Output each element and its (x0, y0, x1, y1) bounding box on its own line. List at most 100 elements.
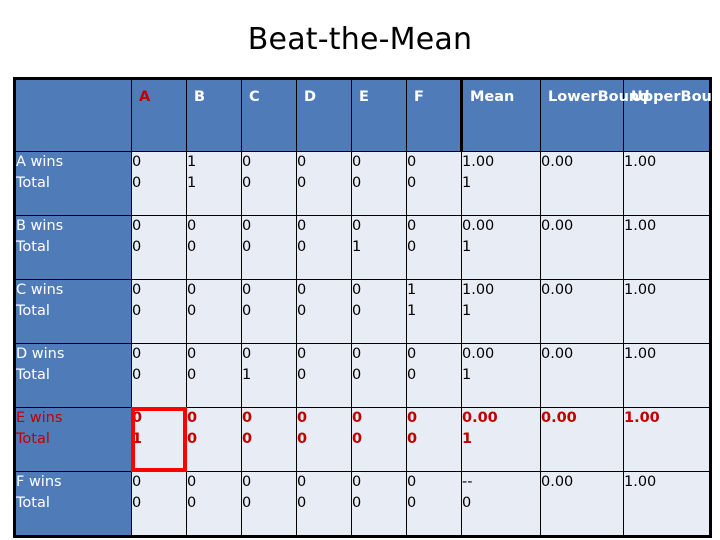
table-cell[interactable]: 00 (131, 215, 187, 280)
mean-count: 1 (462, 175, 472, 191)
table-header-upper-bound: UpperBound (623, 78, 720, 152)
cell-total: 0 (297, 367, 307, 383)
table-cell[interactable]: 00 (131, 279, 187, 344)
table-cell[interactable]: 00 (296, 407, 352, 472)
table-cell[interactable]: 11 (186, 151, 242, 216)
table-cell[interactable]: 00 (186, 343, 242, 408)
cell-wins: 0 (242, 410, 253, 426)
table-cell-mean[interactable]: 0.00 1 (461, 343, 541, 408)
table-cell[interactable]: 11 (406, 279, 462, 344)
table-cell-upper-bound[interactable]: 1.00 (623, 279, 711, 344)
row-label-line2: Total (16, 431, 50, 447)
cell-total: 0 (242, 239, 252, 255)
cell-total: 0 (132, 175, 142, 191)
table-header-lower-bound: LowerBound (540, 78, 650, 152)
table-cell[interactable]: 00 (351, 471, 407, 537)
cell-total: 0 (297, 239, 307, 255)
cell-total: 1 (242, 367, 252, 383)
cell-total: 0 (297, 303, 307, 319)
table-cell[interactable]: 00 (296, 343, 352, 408)
lower-bound-value: 0.00 (541, 218, 574, 234)
row-label-line1: A wins (16, 154, 64, 170)
table-cell[interactable]: 01 (241, 343, 297, 408)
cell-total: 0 (407, 495, 417, 511)
table-cell[interactable]: 00 (406, 151, 462, 216)
table-cell-upper-bound[interactable]: 1.00 (623, 343, 711, 408)
table-cell[interactable]: 00 (351, 151, 407, 216)
table-cell[interactable]: 01 (351, 215, 407, 280)
table-cell[interactable]: 00 (186, 471, 242, 537)
row-label-e: E wins Total (14, 407, 132, 472)
table-cell[interactable]: 00 (186, 407, 242, 472)
table-cell[interactable]: 00 (241, 279, 297, 344)
cell-total: 1 (187, 175, 197, 191)
table-cell-mean[interactable]: 0.00 1 (461, 407, 541, 472)
cell-wins: 1 (407, 282, 417, 298)
table-cell[interactable]: 00 (296, 215, 352, 280)
table-cell-mean[interactable]: 0.00 1 (461, 215, 541, 280)
table-cell-upper-bound[interactable]: 1.00 (623, 215, 711, 280)
upper-bound-value: 1.00 (624, 346, 657, 362)
row-label-d: D wins Total (14, 343, 132, 408)
row-label-line1: C wins (16, 282, 64, 298)
table-cell-mean[interactable]: -- 0 (461, 471, 541, 537)
cell-wins: 0 (132, 218, 142, 234)
table-cell[interactable]: 00 (131, 343, 187, 408)
cell-total: 0 (407, 367, 417, 383)
table-cell-highlighted[interactable]: 01 (131, 407, 187, 472)
table-cell[interactable]: 00 (241, 471, 297, 537)
table-cell-lower-bound[interactable]: 0.00 (540, 407, 624, 472)
table-cell-lower-bound[interactable]: 0.00 (540, 471, 624, 537)
table-cell[interactable]: 00 (131, 471, 187, 537)
table-cell[interactable]: 00 (241, 215, 297, 280)
beat-the-mean-table-wrapper: ABCDEFMeanLowerBoundUpperBoundA winsTota… (13, 77, 720, 538)
beat-the-mean-table: ABCDEFMeanLowerBoundUpperBoundA winsTota… (13, 77, 720, 538)
table-cell[interactable]: 00 (406, 407, 462, 472)
row-label-b: B wins Total (14, 215, 132, 280)
lower-bound-value: 0.00 (541, 410, 577, 426)
table-cell[interactable]: 00 (296, 151, 352, 216)
table-cell-lower-bound[interactable]: 0.00 (540, 151, 624, 216)
table-cell[interactable]: 00 (351, 343, 407, 408)
table-cell[interactable]: 00 (186, 215, 242, 280)
table-cell[interactable]: 00 (406, 471, 462, 537)
table-header-col-c: C (241, 78, 297, 152)
table-cell-mean[interactable]: 1.00 1 (461, 279, 541, 344)
table-cell[interactable]: 00 (241, 151, 297, 216)
cell-wins: 0 (132, 282, 142, 298)
table-cell[interactable]: 00 (131, 151, 187, 216)
table-cell-upper-bound[interactable]: 1.00 (623, 471, 711, 537)
table-cell[interactable]: 00 (296, 471, 352, 537)
cell-wins: 0 (297, 410, 308, 426)
table-cell[interactable]: 00 (406, 215, 462, 280)
cell-wins: 0 (242, 474, 252, 490)
table-cell-lower-bound[interactable]: 0.00 (540, 279, 624, 344)
mean-value: 0.00 (462, 346, 495, 362)
row-label-c: C wins Total (14, 279, 132, 344)
cell-total: 0 (242, 175, 252, 191)
upper-bound-value: 1.00 (624, 218, 657, 234)
lower-bound-value: 0.00 (541, 154, 574, 170)
row-label-line2: Total (16, 367, 50, 383)
table-cell-upper-bound[interactable]: 1.00 (623, 151, 711, 216)
table-cell[interactable]: 00 (241, 407, 297, 472)
table-cell[interactable]: 00 (351, 279, 407, 344)
table-cell-upper-bound[interactable]: 1.00 (623, 407, 711, 472)
table-header-col-d: D (296, 78, 352, 152)
cell-total: 0 (407, 431, 418, 447)
mean-value: 0.00 (462, 410, 498, 426)
cell-total: 0 (242, 303, 252, 319)
table-cell-mean[interactable]: 1.00 1 (461, 151, 541, 216)
row-label-line1: B wins (16, 218, 64, 234)
row-label-line1: E wins (16, 410, 63, 426)
table-cell-lower-bound[interactable]: 0.00 (540, 215, 624, 280)
table-cell[interactable]: 00 (406, 343, 462, 408)
cell-total: 0 (132, 303, 142, 319)
cell-total: 0 (187, 239, 197, 255)
cell-total: 0 (187, 303, 197, 319)
table-cell[interactable]: 00 (296, 279, 352, 344)
mean-value: -- (462, 474, 473, 490)
table-cell-lower-bound[interactable]: 0.00 (540, 343, 624, 408)
table-cell[interactable]: 00 (186, 279, 242, 344)
table-cell[interactable]: 00 (351, 407, 407, 472)
